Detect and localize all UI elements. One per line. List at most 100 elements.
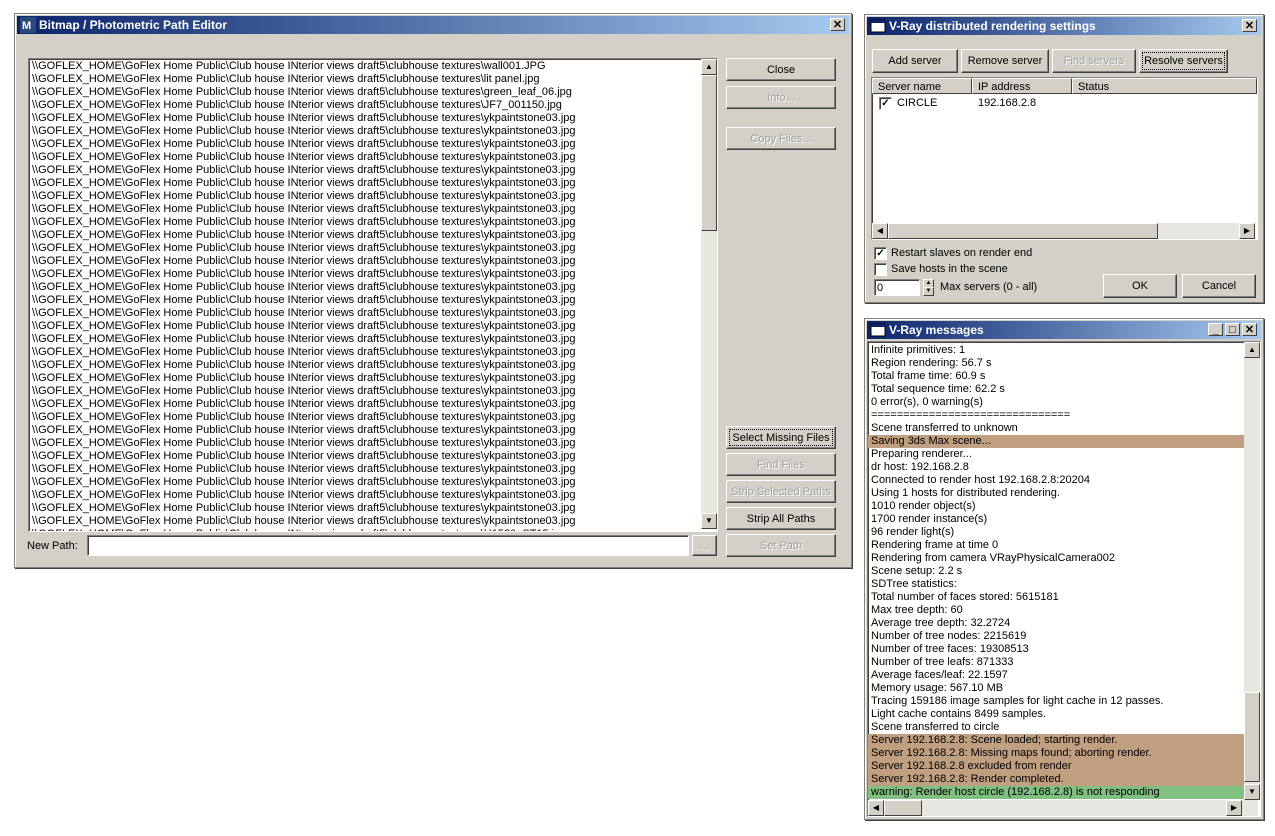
strip-all-paths-button[interactable]: Strip All Paths [726, 507, 836, 530]
file-path-item[interactable]: \\GOFLEX_HOME\GoFlex Home Public\Club ho… [29, 450, 700, 463]
server-enabled-checkbox[interactable]: ✓ [879, 97, 892, 110]
messages-log[interactable]: Moving primitives: 0 Infinite primitives… [867, 341, 1261, 817]
vray-messages-titlebar[interactable]: V-Ray messages _ □ ✕ [867, 321, 1261, 339]
resolve-servers-button[interactable]: Resolve servers [1139, 49, 1228, 73]
scroll-right-icon[interactable]: ▶ [1239, 223, 1255, 239]
server-list-hscrollbar[interactable]: ◀ ▶ [872, 223, 1255, 239]
close-button[interactable]: Close [726, 58, 836, 81]
strip-selected-paths-button[interactable]: Strip Selected Paths [726, 480, 836, 503]
file-path-item[interactable]: \\GOFLEX_HOME\GoFlex Home Public\Club ho… [29, 164, 700, 177]
file-path-item[interactable]: \\GOFLEX_HOME\GoFlex Home Public\Club ho… [29, 385, 700, 398]
scroll-down-icon[interactable]: ▼ [1244, 784, 1260, 800]
messages-hscrollbar[interactable]: ◀ ▶ [868, 800, 1258, 816]
spin-down-icon[interactable]: ▼ [923, 287, 934, 296]
file-path-item[interactable]: \\GOFLEX_HOME\GoFlex Home Public\Club ho… [29, 528, 700, 531]
file-path-item[interactable]: \\GOFLEX_HOME\GoFlex Home Public\Club ho… [29, 203, 700, 216]
scroll-down-icon[interactable]: ▼ [701, 513, 717, 529]
message-line: 1700 render instance(s) [871, 513, 988, 525]
file-path-item[interactable]: \\GOFLEX_HOME\GoFlex Home Public\Club ho… [29, 411, 700, 424]
scroll-up-icon[interactable]: ▲ [1244, 342, 1260, 358]
select-missing-files-button[interactable]: Select Missing Files [726, 426, 836, 449]
close-icon[interactable]: ✕ [830, 18, 845, 31]
maximize-icon[interactable]: □ [1225, 323, 1240, 336]
file-path-item[interactable]: \\GOFLEX_HOME\GoFlex Home Public\Club ho… [29, 86, 700, 99]
file-path-item[interactable]: \\GOFLEX_HOME\GoFlex Home Public\Club ho… [29, 502, 700, 515]
file-path-item[interactable]: \\GOFLEX_HOME\GoFlex Home Public\Club ho… [29, 242, 700, 255]
file-path-item[interactable]: \\GOFLEX_HOME\GoFlex Home Public\Club ho… [29, 151, 700, 164]
add-server-button[interactable]: Add server [872, 49, 958, 73]
column-header-ip-address[interactable]: IP address [972, 78, 1072, 94]
find-files-button[interactable]: Find Files [726, 453, 836, 476]
message-line: dr host: 192.168.2.8 [871, 461, 969, 473]
close-icon[interactable]: ✕ [1242, 323, 1257, 336]
restart-slaves-checkbox[interactable]: ✓ [874, 247, 887, 260]
file-list-scrollbar[interactable]: ▲ ▼ [701, 59, 717, 529]
file-path-item[interactable]: \\GOFLEX_HOME\GoFlex Home Public\Club ho… [29, 112, 700, 125]
dr-settings-titlebar[interactable]: V-Ray distributed rendering settings ✕ [867, 17, 1261, 35]
file-path-item[interactable]: \\GOFLEX_HOME\GoFlex Home Public\Club ho… [29, 60, 700, 73]
path-editor-titlebar[interactable]: M Bitmap / Photometric Path Editor ✕ [17, 16, 849, 34]
file-path-item[interactable]: \\GOFLEX_HOME\GoFlex Home Public\Club ho… [29, 255, 700, 268]
column-header-server-name[interactable]: Server name [872, 78, 972, 94]
scroll-left-icon[interactable]: ◀ [868, 800, 884, 816]
file-path-item[interactable]: \\GOFLEX_HOME\GoFlex Home Public\Club ho… [29, 398, 700, 411]
file-path-item[interactable]: \\GOFLEX_HOME\GoFlex Home Public\Club ho… [29, 463, 700, 476]
file-path-item[interactable]: \\GOFLEX_HOME\GoFlex Home Public\Club ho… [29, 190, 700, 203]
ok-button[interactable]: OK [1103, 274, 1177, 298]
highlighted-message-line: Server 192.168.2.8: Render completed. [868, 773, 1245, 786]
path-editor-window: M Bitmap / Photometric Path Editor ✕ \\G… [14, 13, 852, 568]
file-path-item[interactable]: \\GOFLEX_HOME\GoFlex Home Public\Club ho… [29, 346, 700, 359]
file-path-list[interactable]: \\GOFLEX_HOME\GoFlex Home Public\Club ho… [28, 58, 718, 532]
max-servers-input[interactable] [874, 279, 920, 296]
file-path-item[interactable]: \\GOFLEX_HOME\GoFlex Home Public\Club ho… [29, 489, 700, 502]
server-row[interactable]: ✓ CIRCLE 192.168.2.8 [872, 96, 1257, 111]
file-path-item[interactable]: \\GOFLEX_HOME\GoFlex Home Public\Club ho… [29, 359, 700, 372]
copy-files-button[interactable]: Copy Files... [726, 127, 836, 150]
save-hosts-checkbox[interactable] [874, 263, 887, 276]
max-servers-label: Max servers (0 - all) [940, 281, 1038, 293]
scroll-up-icon[interactable]: ▲ [701, 59, 717, 75]
file-path-item[interactable]: \\GOFLEX_HOME\GoFlex Home Public\Club ho… [29, 294, 700, 307]
file-path-item[interactable]: \\GOFLEX_HOME\GoFlex Home Public\Club ho… [29, 73, 700, 86]
message-line: Scene transferred to unknown [871, 422, 1018, 434]
browse-path-button[interactable]: ... [692, 535, 717, 556]
message-line: Max tree depth: 60 [871, 604, 963, 616]
column-header-status[interactable]: Status [1072, 78, 1257, 94]
file-path-item[interactable]: \\GOFLEX_HOME\GoFlex Home Public\Club ho… [29, 424, 700, 437]
close-icon[interactable]: ✕ [1242, 19, 1257, 32]
file-path-item[interactable]: \\GOFLEX_HOME\GoFlex Home Public\Club ho… [29, 268, 700, 281]
scroll-thumb[interactable] [701, 75, 717, 231]
file-path-item[interactable]: \\GOFLEX_HOME\GoFlex Home Public\Club ho… [29, 372, 700, 385]
scroll-left-icon[interactable]: ◀ [872, 223, 888, 239]
file-path-item[interactable]: \\GOFLEX_HOME\GoFlex Home Public\Club ho… [29, 138, 700, 151]
scroll-right-icon[interactable]: ▶ [1226, 800, 1242, 816]
file-path-item[interactable]: \\GOFLEX_HOME\GoFlex Home Public\Club ho… [29, 125, 700, 138]
set-path-button[interactable]: Set Path [726, 534, 836, 557]
file-path-item[interactable]: \\GOFLEX_HOME\GoFlex Home Public\Club ho… [29, 437, 700, 450]
max-servers-spinner[interactable]: ▲ ▼ [923, 279, 934, 296]
hscroll-thumb[interactable] [888, 223, 1158, 239]
server-list[interactable]: Server name IP address Status ✓ CIRCLE 1… [871, 77, 1258, 240]
remove-server-button[interactable]: Remove server [961, 49, 1049, 73]
file-path-item[interactable]: \\GOFLEX_HOME\GoFlex Home Public\Club ho… [29, 99, 700, 112]
file-path-item[interactable]: \\GOFLEX_HOME\GoFlex Home Public\Club ho… [29, 320, 700, 333]
scroll-thumb[interactable] [1244, 692, 1260, 782]
file-path-item[interactable]: \\GOFLEX_HOME\GoFlex Home Public\Club ho… [29, 281, 700, 294]
file-path-item[interactable]: \\GOFLEX_HOME\GoFlex Home Public\Club ho… [29, 476, 700, 489]
file-path-item[interactable]: \\GOFLEX_HOME\GoFlex Home Public\Club ho… [29, 307, 700, 320]
cancel-button[interactable]: Cancel [1182, 274, 1256, 298]
file-path-item[interactable]: \\GOFLEX_HOME\GoFlex Home Public\Club ho… [29, 229, 700, 242]
hscroll-thumb[interactable] [884, 800, 922, 816]
file-path-item[interactable]: \\GOFLEX_HOME\GoFlex Home Public\Club ho… [29, 333, 700, 346]
messages-vscrollbar[interactable]: ▲ ▼ [1244, 342, 1260, 800]
minimize-icon[interactable]: _ [1208, 323, 1223, 336]
find-servers-button[interactable]: Find servers [1052, 49, 1136, 73]
info-button[interactable]: Info... [726, 86, 836, 109]
highlighted-message-line: Server 192.168.2.8: Missing maps found; … [868, 747, 1245, 760]
file-path-item[interactable]: \\GOFLEX_HOME\GoFlex Home Public\Club ho… [29, 177, 700, 190]
new-path-input[interactable] [87, 535, 689, 556]
path-editor-title: Bitmap / Photometric Path Editor [39, 18, 228, 32]
file-path-item[interactable]: \\GOFLEX_HOME\GoFlex Home Public\Club ho… [29, 515, 700, 528]
file-path-item[interactable]: \\GOFLEX_HOME\GoFlex Home Public\Club ho… [29, 216, 700, 229]
window-icon [870, 322, 886, 338]
